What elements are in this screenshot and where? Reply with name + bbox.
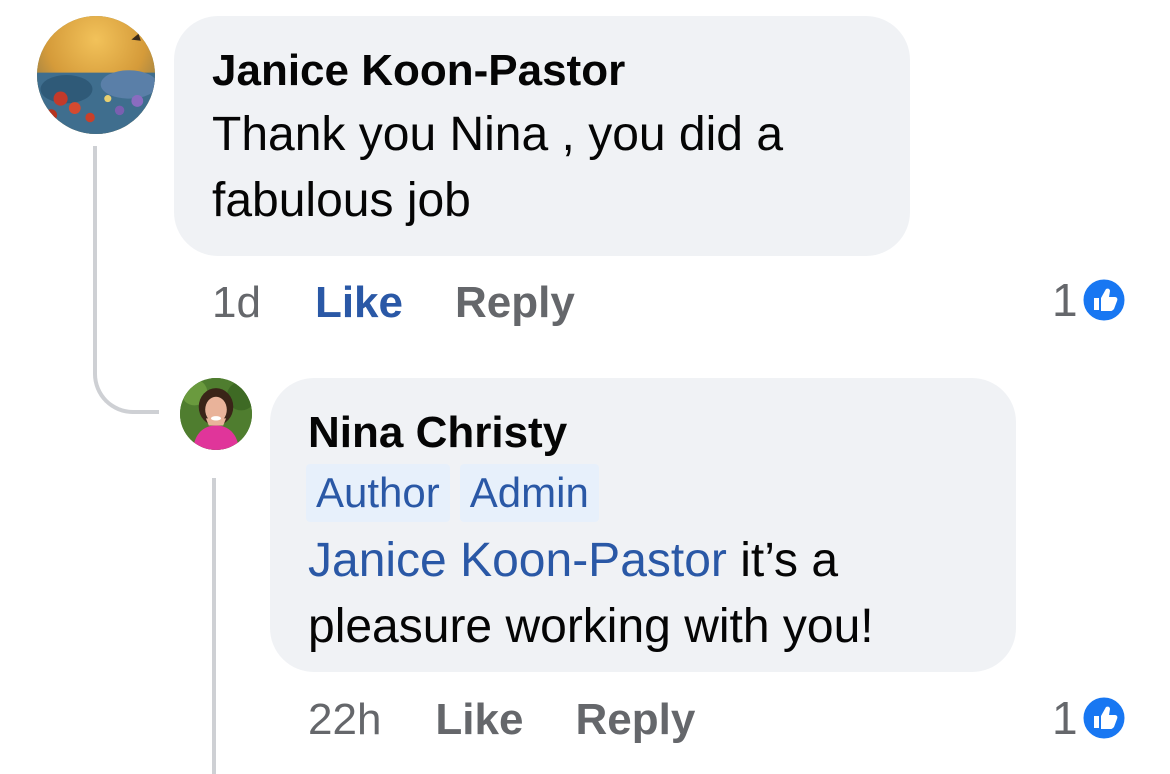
mention-link[interactable]: Janice Koon-Pastor <box>308 534 727 587</box>
comment-text: Thank you Nina , you did a fabulous job <box>212 108 784 227</box>
reply-connector-line <box>212 478 216 774</box>
comment-thread: Janice Koon-Pastor Thank you Nina , you … <box>0 0 1170 774</box>
avatar-photo-image <box>180 378 252 450</box>
thread-connector-line <box>93 146 159 414</box>
avatar-painting-image <box>37 16 155 134</box>
avatar-janice[interactable] <box>37 16 155 134</box>
reply-author[interactable]: Nina Christy <box>308 408 980 458</box>
reply-bubble: Nina Christy Author Admin Janice Koon-Pa… <box>270 378 1016 672</box>
author-badge: Author <box>306 464 450 522</box>
reply-button[interactable]: Reply <box>455 278 575 328</box>
reaction-summary[interactable]: 1 <box>1052 688 1128 748</box>
reply-timestamp[interactable]: 22h <box>308 695 381 745</box>
reply-actions: 22h Like Reply <box>308 690 695 750</box>
comment-timestamp[interactable]: 1d <box>212 278 261 328</box>
comment-bubble: Janice Koon-Pastor Thank you Nina , you … <box>174 16 910 256</box>
like-count: 1 <box>1052 692 1078 744</box>
comment-author[interactable]: Janice Koon-Pastor <box>212 46 874 96</box>
like-button[interactable]: Like <box>435 695 523 745</box>
thumbs-up-icon <box>1080 694 1128 742</box>
avatar-nina[interactable] <box>180 378 252 450</box>
reply-text: Janice Koon-Pastor it’s a pleasure worki… <box>308 528 980 660</box>
like-count: 1 <box>1052 274 1078 326</box>
comment-actions: 1d Like Reply <box>212 273 575 333</box>
like-button[interactable]: Like <box>315 278 403 328</box>
author-badges: Author Admin <box>306 464 980 522</box>
thumbs-up-icon <box>1080 276 1128 324</box>
reply-button[interactable]: Reply <box>575 695 695 745</box>
admin-badge: Admin <box>459 464 599 522</box>
reaction-summary[interactable]: 1 <box>1052 270 1128 330</box>
